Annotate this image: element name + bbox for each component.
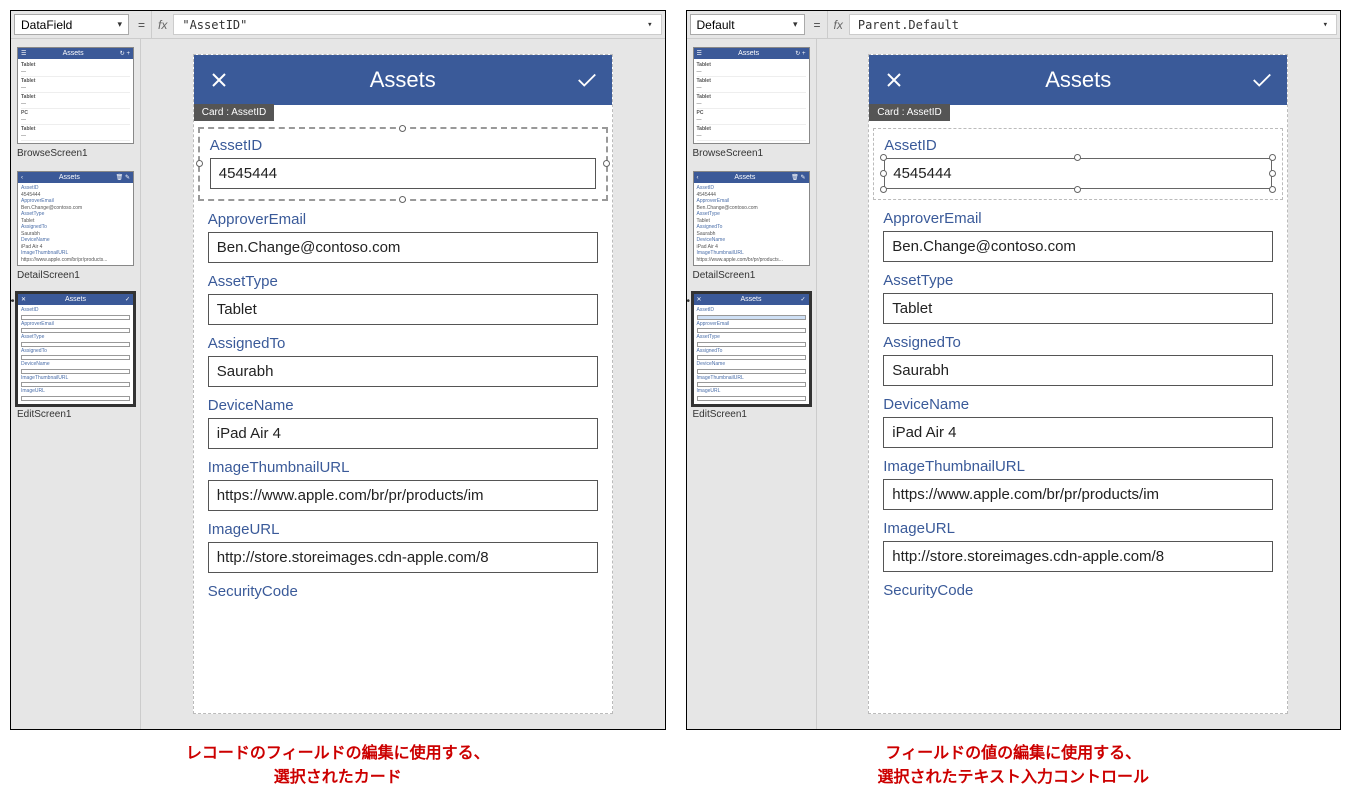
app-header: Assets xyxy=(194,55,612,105)
text-input[interactable]: 4545444 xyxy=(210,158,596,189)
property-dropdown[interactable]: Default ▾ xyxy=(690,14,805,35)
more-icon[interactable]: ••• xyxy=(11,296,14,307)
formula-bar: DataField ▾ = fx "AssetID" ▾ xyxy=(11,11,665,39)
text-input[interactable]: http://store.storeimages.cdn-apple.com/8 xyxy=(208,542,598,573)
design-canvas: Assets Card : AssetID AssetID 4545444 xyxy=(141,39,665,729)
thumbnail-edit[interactable]: ••• ✕Assets✓ AssetID ApproverEmail Asset… xyxy=(17,293,134,405)
thumbnail-label: BrowseScreen1 xyxy=(17,148,134,159)
close-icon[interactable] xyxy=(208,69,230,91)
more-icon[interactable]: ••• xyxy=(687,296,690,307)
field-label: AssetID xyxy=(884,137,1272,154)
card-imageurl[interactable]: ImageURL http://store.storeimages.cdn-ap… xyxy=(883,520,1273,572)
chevron-down-icon: ▾ xyxy=(793,19,798,30)
app-preview: Assets Card : AssetID AssetID 4545444 xyxy=(868,54,1288,714)
caption-right: フィールドの値の編集に使用する、 選択されたテキスト入力コントロール xyxy=(686,742,1342,790)
thumbnail-detail[interactable]: ‹Assets🗑 ✎ AssetID4545444 ApproverEmailB… xyxy=(17,171,134,266)
field-label: AssetID xyxy=(210,137,596,154)
text-input[interactable]: http://store.storeimages.cdn-apple.com/8 xyxy=(883,541,1273,572)
formula-bar: Default ▾ = fx Parent.Default ▾ xyxy=(687,11,1341,39)
card-approveremail[interactable]: ApproverEmail Ben.Change@contoso.com xyxy=(883,210,1273,262)
thumbnail-label: DetailScreen1 xyxy=(17,270,134,281)
text-input[interactable]: Ben.Change@contoso.com xyxy=(883,231,1273,262)
thumbnail-detail[interactable]: ‹Assets🗑 ✎ AssetID4545444 ApproverEmailB… xyxy=(693,171,810,266)
text-input[interactable]: Saurabh xyxy=(883,355,1273,386)
card-devicename[interactable]: DeviceName iPad Air 4 xyxy=(883,396,1273,448)
app-title: Assets xyxy=(370,67,436,93)
thumbnail-browse[interactable]: ☰Assets↻ + Tablet— Tablet— Tablet— PC— T… xyxy=(693,47,810,144)
formula-input[interactable]: "AssetID" ▾ xyxy=(173,14,661,35)
card-imageurl[interactable]: ImageURL http://store.storeimages.cdn-ap… xyxy=(208,521,598,573)
fx-icon: fx xyxy=(827,11,849,38)
field-label: SecurityCode xyxy=(883,582,1273,599)
field-label: ApproverEmail xyxy=(208,211,598,228)
text-input[interactable]: iPad Air 4 xyxy=(208,418,598,449)
thumbnail-browse[interactable]: ☰Assets↻ + Tablet— Tablet— Tablet— PC— T… xyxy=(17,47,134,144)
field-label: SecurityCode xyxy=(208,583,598,600)
text-input[interactable]: Saurabh xyxy=(208,356,598,387)
text-input[interactable]: Ben.Change@contoso.com xyxy=(208,232,598,263)
app-header: Assets xyxy=(869,55,1287,105)
card-approveremail[interactable]: ApproverEmail Ben.Change@contoso.com xyxy=(208,211,598,263)
card-assetid[interactable]: AssetID 4545444 xyxy=(873,128,1283,200)
screen-thumbnails: ☰Assets↻ + Tablet— Tablet— Tablet— PC— T… xyxy=(11,39,141,729)
equals-sign: = xyxy=(808,11,827,38)
card-assettype[interactable]: AssetType Tablet xyxy=(883,272,1273,324)
field-label: AssignedTo xyxy=(883,334,1273,351)
card-securitycode[interactable]: SecurityCode xyxy=(208,583,598,600)
card-assettype[interactable]: AssetType Tablet xyxy=(208,273,598,325)
check-icon[interactable] xyxy=(576,69,598,91)
caption-left: レコードのフィールドの編集に使用する、 選択されたカード xyxy=(10,742,666,790)
chevron-down-icon[interactable]: ▾ xyxy=(1323,20,1328,30)
check-icon[interactable] xyxy=(1251,69,1273,91)
field-label: DeviceName xyxy=(883,396,1273,413)
thumbnail-label: BrowseScreen1 xyxy=(693,148,810,159)
formula-input[interactable]: Parent.Default ▾ xyxy=(849,14,1337,35)
selection-tag: Card : AssetID xyxy=(194,104,274,121)
text-input[interactable]: Tablet xyxy=(883,293,1273,324)
card-devicename[interactable]: DeviceName iPad Air 4 xyxy=(208,397,598,449)
app-preview: Assets Card : AssetID AssetID 4545444 xyxy=(193,54,613,714)
screen-thumbnails: ☰Assets↻ + Tablet— Tablet— Tablet— PC— T… xyxy=(687,39,817,729)
field-label: AssetType xyxy=(883,272,1273,289)
text-input[interactable]: https://www.apple.com/br/pr/products/im xyxy=(208,480,598,511)
field-label: AssetType xyxy=(208,273,598,290)
thumbnail-label: DetailScreen1 xyxy=(693,270,810,281)
text-input[interactable]: https://www.apple.com/br/pr/products/im xyxy=(883,479,1273,510)
field-label: ImageThumbnailURL xyxy=(208,459,598,476)
field-label: ImageURL xyxy=(208,521,598,538)
card-assetid[interactable]: AssetID 4545444 xyxy=(198,127,608,201)
design-canvas: Assets Card : AssetID AssetID 4545444 xyxy=(817,39,1341,729)
field-label: ImageURL xyxy=(883,520,1273,537)
editor-pane-left: DataField ▾ = fx "AssetID" ▾ ☰Assets↻ + … xyxy=(10,10,666,730)
thumbnail-edit[interactable]: ••• ✕Assets✓ AssetID ApproverEmail Asset… xyxy=(693,293,810,405)
card-imagethumbnailurl[interactable]: ImageThumbnailURL https://www.apple.com/… xyxy=(883,458,1273,510)
property-dropdown[interactable]: DataField ▾ xyxy=(14,14,129,35)
text-input[interactable]: iPad Air 4 xyxy=(883,417,1273,448)
app-title: Assets xyxy=(1045,67,1111,93)
chevron-down-icon: ▾ xyxy=(117,19,122,30)
selection-tag: Card : AssetID xyxy=(869,104,949,121)
text-input-selected[interactable]: 4545444 xyxy=(884,158,1272,189)
card-imagethumbnailurl[interactable]: ImageThumbnailURL https://www.apple.com/… xyxy=(208,459,598,511)
card-assignedto[interactable]: AssignedTo Saurabh xyxy=(883,334,1273,386)
edit-form: AssetID 4545444 ApproverEmail Be xyxy=(869,121,1287,713)
field-label: ApproverEmail xyxy=(883,210,1273,227)
field-label: AssignedTo xyxy=(208,335,598,352)
text-input[interactable]: Tablet xyxy=(208,294,598,325)
property-name: Default xyxy=(697,18,735,32)
property-name: DataField xyxy=(21,18,72,32)
close-icon[interactable] xyxy=(883,69,905,91)
thumbnail-label: EditScreen1 xyxy=(17,409,134,420)
card-assignedto[interactable]: AssignedTo Saurabh xyxy=(208,335,598,387)
editor-pane-right: Default ▾ = fx Parent.Default ▾ ☰Assets↻… xyxy=(686,10,1342,730)
thumbnail-label: EditScreen1 xyxy=(693,409,810,420)
fx-icon: fx xyxy=(151,11,173,38)
field-label: DeviceName xyxy=(208,397,598,414)
card-securitycode[interactable]: SecurityCode xyxy=(883,582,1273,599)
field-label: ImageThumbnailURL xyxy=(883,458,1273,475)
equals-sign: = xyxy=(132,11,151,38)
chevron-down-icon[interactable]: ▾ xyxy=(647,20,652,30)
edit-form: AssetID 4545444 ApproverEmail Ben.Change… xyxy=(194,121,612,713)
